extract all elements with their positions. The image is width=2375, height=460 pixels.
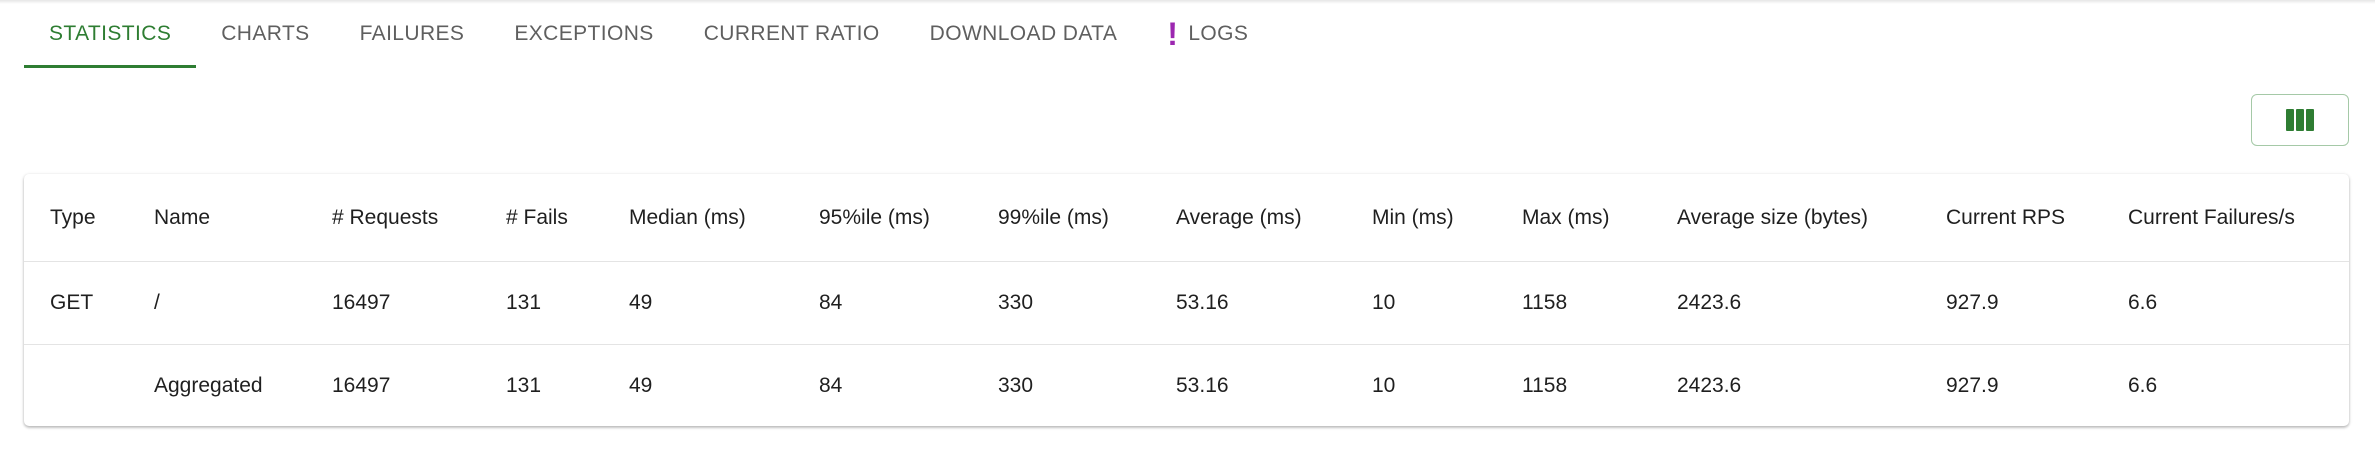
column-header-current-failures[interactable]: Current Failures/s [2102, 174, 2349, 262]
cell-average: 53.16 [1150, 261, 1346, 345]
table-row: GET / 16497 131 49 84 330 53.16 10 1158 … [24, 261, 2349, 345]
cell-95ile: 84 [819, 374, 843, 397]
cell-99ile: 330 [972, 261, 1150, 345]
tab-label: CHARTS [221, 22, 310, 45]
column-header-avg-size[interactable]: Average size (bytes) [1651, 174, 1920, 262]
tab-failures[interactable]: FAILURES [335, 0, 490, 68]
cell-fails: 131 [506, 374, 542, 397]
cell-type: GET [24, 261, 128, 345]
tab-statistics[interactable]: STATISTICS [24, 0, 197, 68]
column-header-95ile[interactable]: 95%ile (ms) [793, 174, 972, 262]
cell-min: 10 [1346, 261, 1496, 345]
column-header-median[interactable]: Median (ms) [603, 174, 793, 262]
tab-label: DOWNLOAD DATA [929, 22, 1118, 45]
cell-requests: 16497 [306, 261, 480, 345]
tab-label: FAILURES [359, 22, 465, 45]
cell-requests: 16497 [332, 374, 391, 397]
cell-name: Aggregated [154, 374, 263, 397]
column-header-requests[interactable]: # Requests [306, 174, 480, 262]
tab-bar: STATISTICS CHARTS FAILURES EXCEPTIONS CU… [24, 0, 1273, 68]
column-header-max[interactable]: Max (ms) [1496, 174, 1651, 262]
cell-current-failures: 6.6 [2128, 374, 2158, 397]
cell-current-rps: 927.9 [1946, 374, 1999, 397]
tab-charts[interactable]: CHARTS [196, 0, 334, 68]
cell-median: 49 [603, 261, 793, 345]
cell-average: 53.16 [1176, 374, 1229, 397]
table-header-row: Type Name # Requests # Fails Median (ms)… [24, 174, 2349, 262]
tab-label: STATISTICS [49, 22, 172, 45]
column-header-current-rps[interactable]: Current RPS [1920, 174, 2102, 262]
cell-current-rps: 927.9 [1920, 261, 2102, 345]
tab-exceptions[interactable]: EXCEPTIONS [489, 0, 678, 68]
cell-max: 1158 [1522, 374, 1568, 397]
cell-type [24, 345, 128, 427]
column-header-type[interactable]: Type [24, 174, 128, 262]
cell-name: / [128, 261, 306, 345]
cell-avg-size: 2423.6 [1677, 374, 1742, 397]
cell-current-failures: 6.6 [2102, 261, 2349, 345]
tab-label: CURRENT RATIO [703, 22, 880, 45]
column-header-average[interactable]: Average (ms) [1150, 174, 1346, 262]
cell-95ile: 84 [793, 261, 972, 345]
tab-label: EXCEPTIONS [514, 22, 654, 45]
cell-99ile: 330 [998, 374, 1034, 397]
cell-min: 10 [1372, 374, 1396, 397]
cell-median: 49 [629, 374, 653, 397]
tab-current-ratio[interactable]: CURRENT RATIO [679, 0, 905, 68]
cell-fails: 131 [480, 261, 603, 345]
cell-max: 1158 [1496, 261, 1651, 345]
view-columns-icon [2286, 109, 2314, 131]
cell-avg-size: 2423.6 [1651, 261, 1920, 345]
statistics-table: Type Name # Requests # Fails Median (ms)… [24, 174, 2349, 426]
table-row-aggregated: Aggregated 16497 131 49 84 330 53.16 10 … [24, 345, 2349, 427]
column-header-name[interactable]: Name [128, 174, 306, 262]
column-selector-button[interactable] [2251, 94, 2349, 146]
column-header-99ile[interactable]: 99%ile (ms) [972, 174, 1150, 262]
tab-label: LOGS [1188, 22, 1249, 45]
column-header-fails[interactable]: # Fails [480, 174, 603, 262]
tab-download-data[interactable]: DOWNLOAD DATA [905, 0, 1143, 68]
statistics-table-card: Type Name # Requests # Fails Median (ms)… [24, 174, 2349, 426]
column-header-min[interactable]: Min (ms) [1346, 174, 1496, 262]
exclamation-icon: ! [1167, 16, 1179, 52]
tab-logs[interactable]: ! LOGS [1142, 0, 1273, 68]
page: STATISTICS CHARTS FAILURES EXCEPTIONS CU… [0, 0, 2375, 460]
